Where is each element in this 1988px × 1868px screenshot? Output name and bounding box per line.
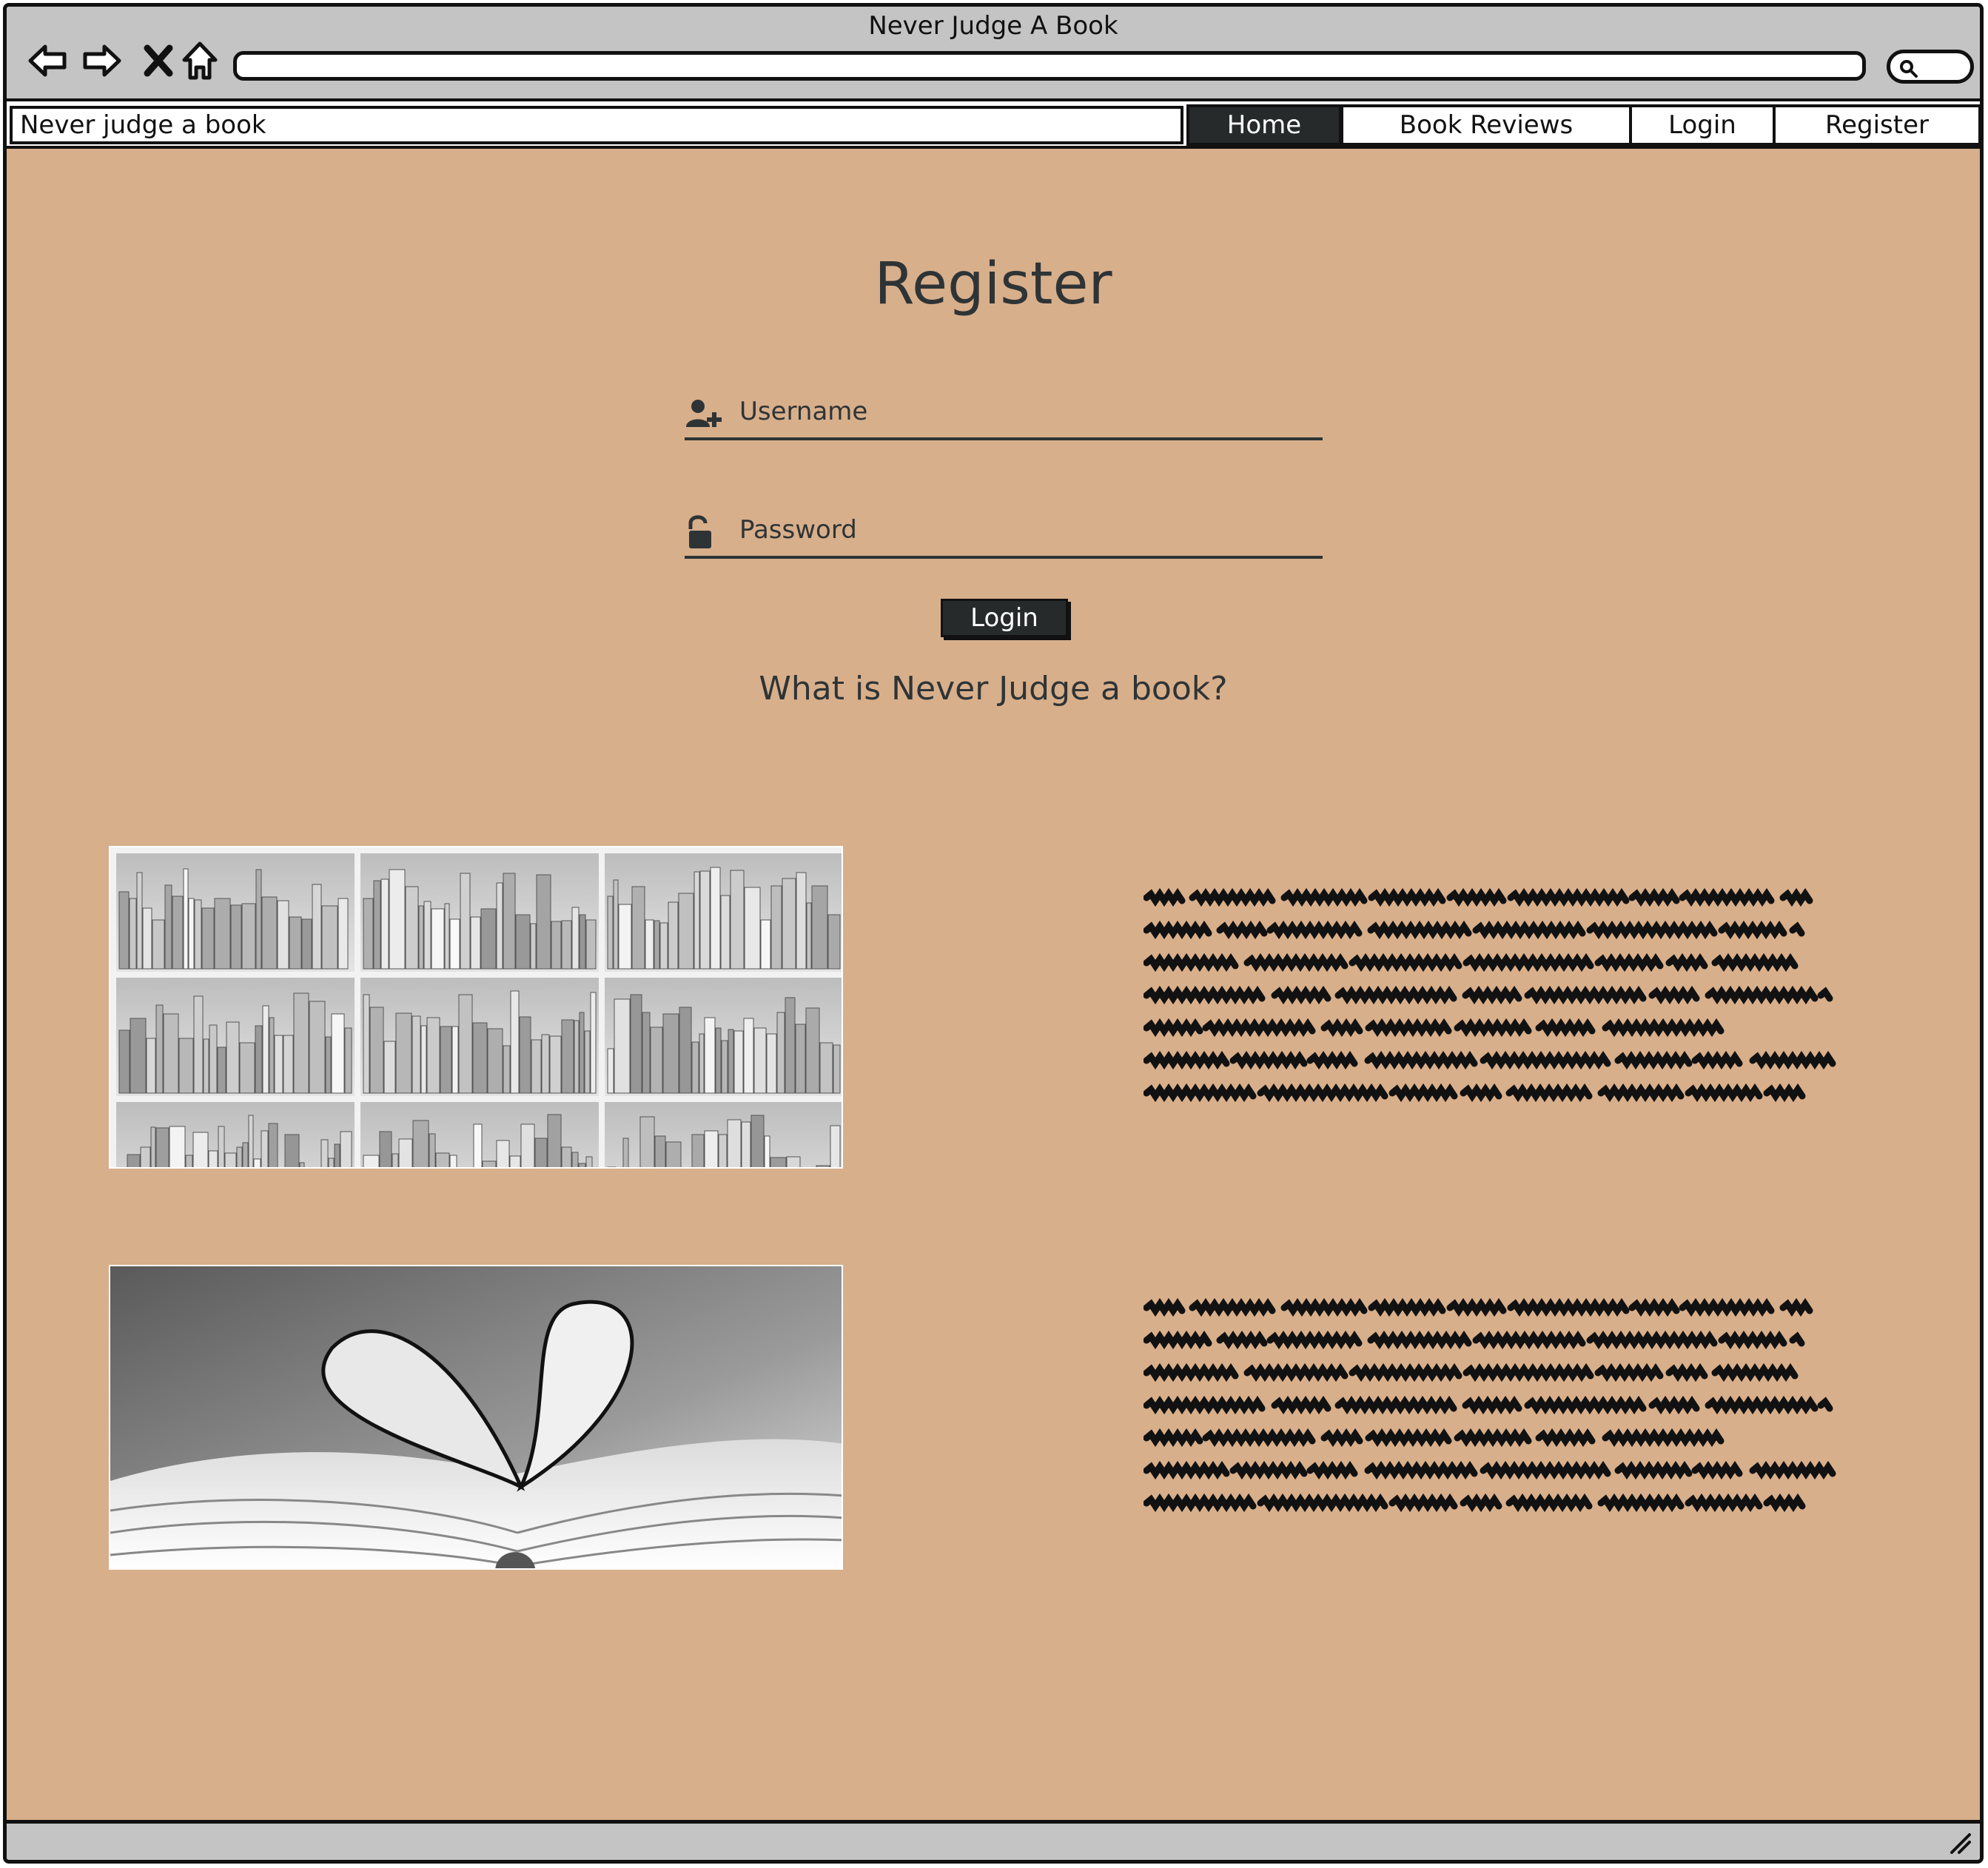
nav-login[interactable]: Login: [1629, 104, 1776, 146]
close-icon[interactable]: [137, 39, 180, 82]
window-title: Never Judge A Book: [868, 11, 1118, 41]
username-input[interactable]: [738, 390, 1303, 433]
site-brand[interactable]: Never judge a book: [10, 106, 1183, 144]
page-title: Register: [874, 251, 1112, 318]
login-button[interactable]: Login: [941, 599, 1068, 637]
address-bar[interactable]: [233, 51, 1866, 81]
unlock-icon: [688, 515, 711, 548]
placeholder-text-scribble: [1144, 1297, 1836, 1513]
nav-home[interactable]: Home: [1186, 104, 1342, 146]
add-user-icon: [686, 400, 722, 427]
password-field: [685, 503, 1323, 559]
browser-chrome: Never Judge A Book: [7, 7, 1980, 101]
nav-book-reviews[interactable]: Book Reviews: [1340, 104, 1632, 146]
search-box[interactable]: [1887, 50, 1974, 84]
home-icon[interactable]: [178, 39, 221, 82]
placeholder-text-scribble: [1144, 887, 1836, 1103]
bookshelf-photo: [109, 846, 843, 1169]
password-input[interactable]: [738, 508, 1303, 551]
browser-window: Never Judge A Book Never judge a book Ho…: [3, 3, 1984, 1864]
site-navbar: Never judge a book Home Book Reviews Log…: [7, 101, 1980, 149]
username-field: [685, 384, 1323, 440]
status-bar: [7, 1820, 1980, 1860]
heart-pages-photo: [109, 1265, 843, 1570]
resize-grip-icon[interactable]: [1947, 1830, 1972, 1855]
forward-arrow-icon[interactable]: [81, 39, 124, 82]
about-heading: What is Never Judge a book?: [759, 670, 1228, 708]
search-icon: [1900, 60, 1918, 78]
back-arrow-icon[interactable]: [26, 39, 69, 82]
nav-register[interactable]: Register: [1773, 104, 1980, 146]
